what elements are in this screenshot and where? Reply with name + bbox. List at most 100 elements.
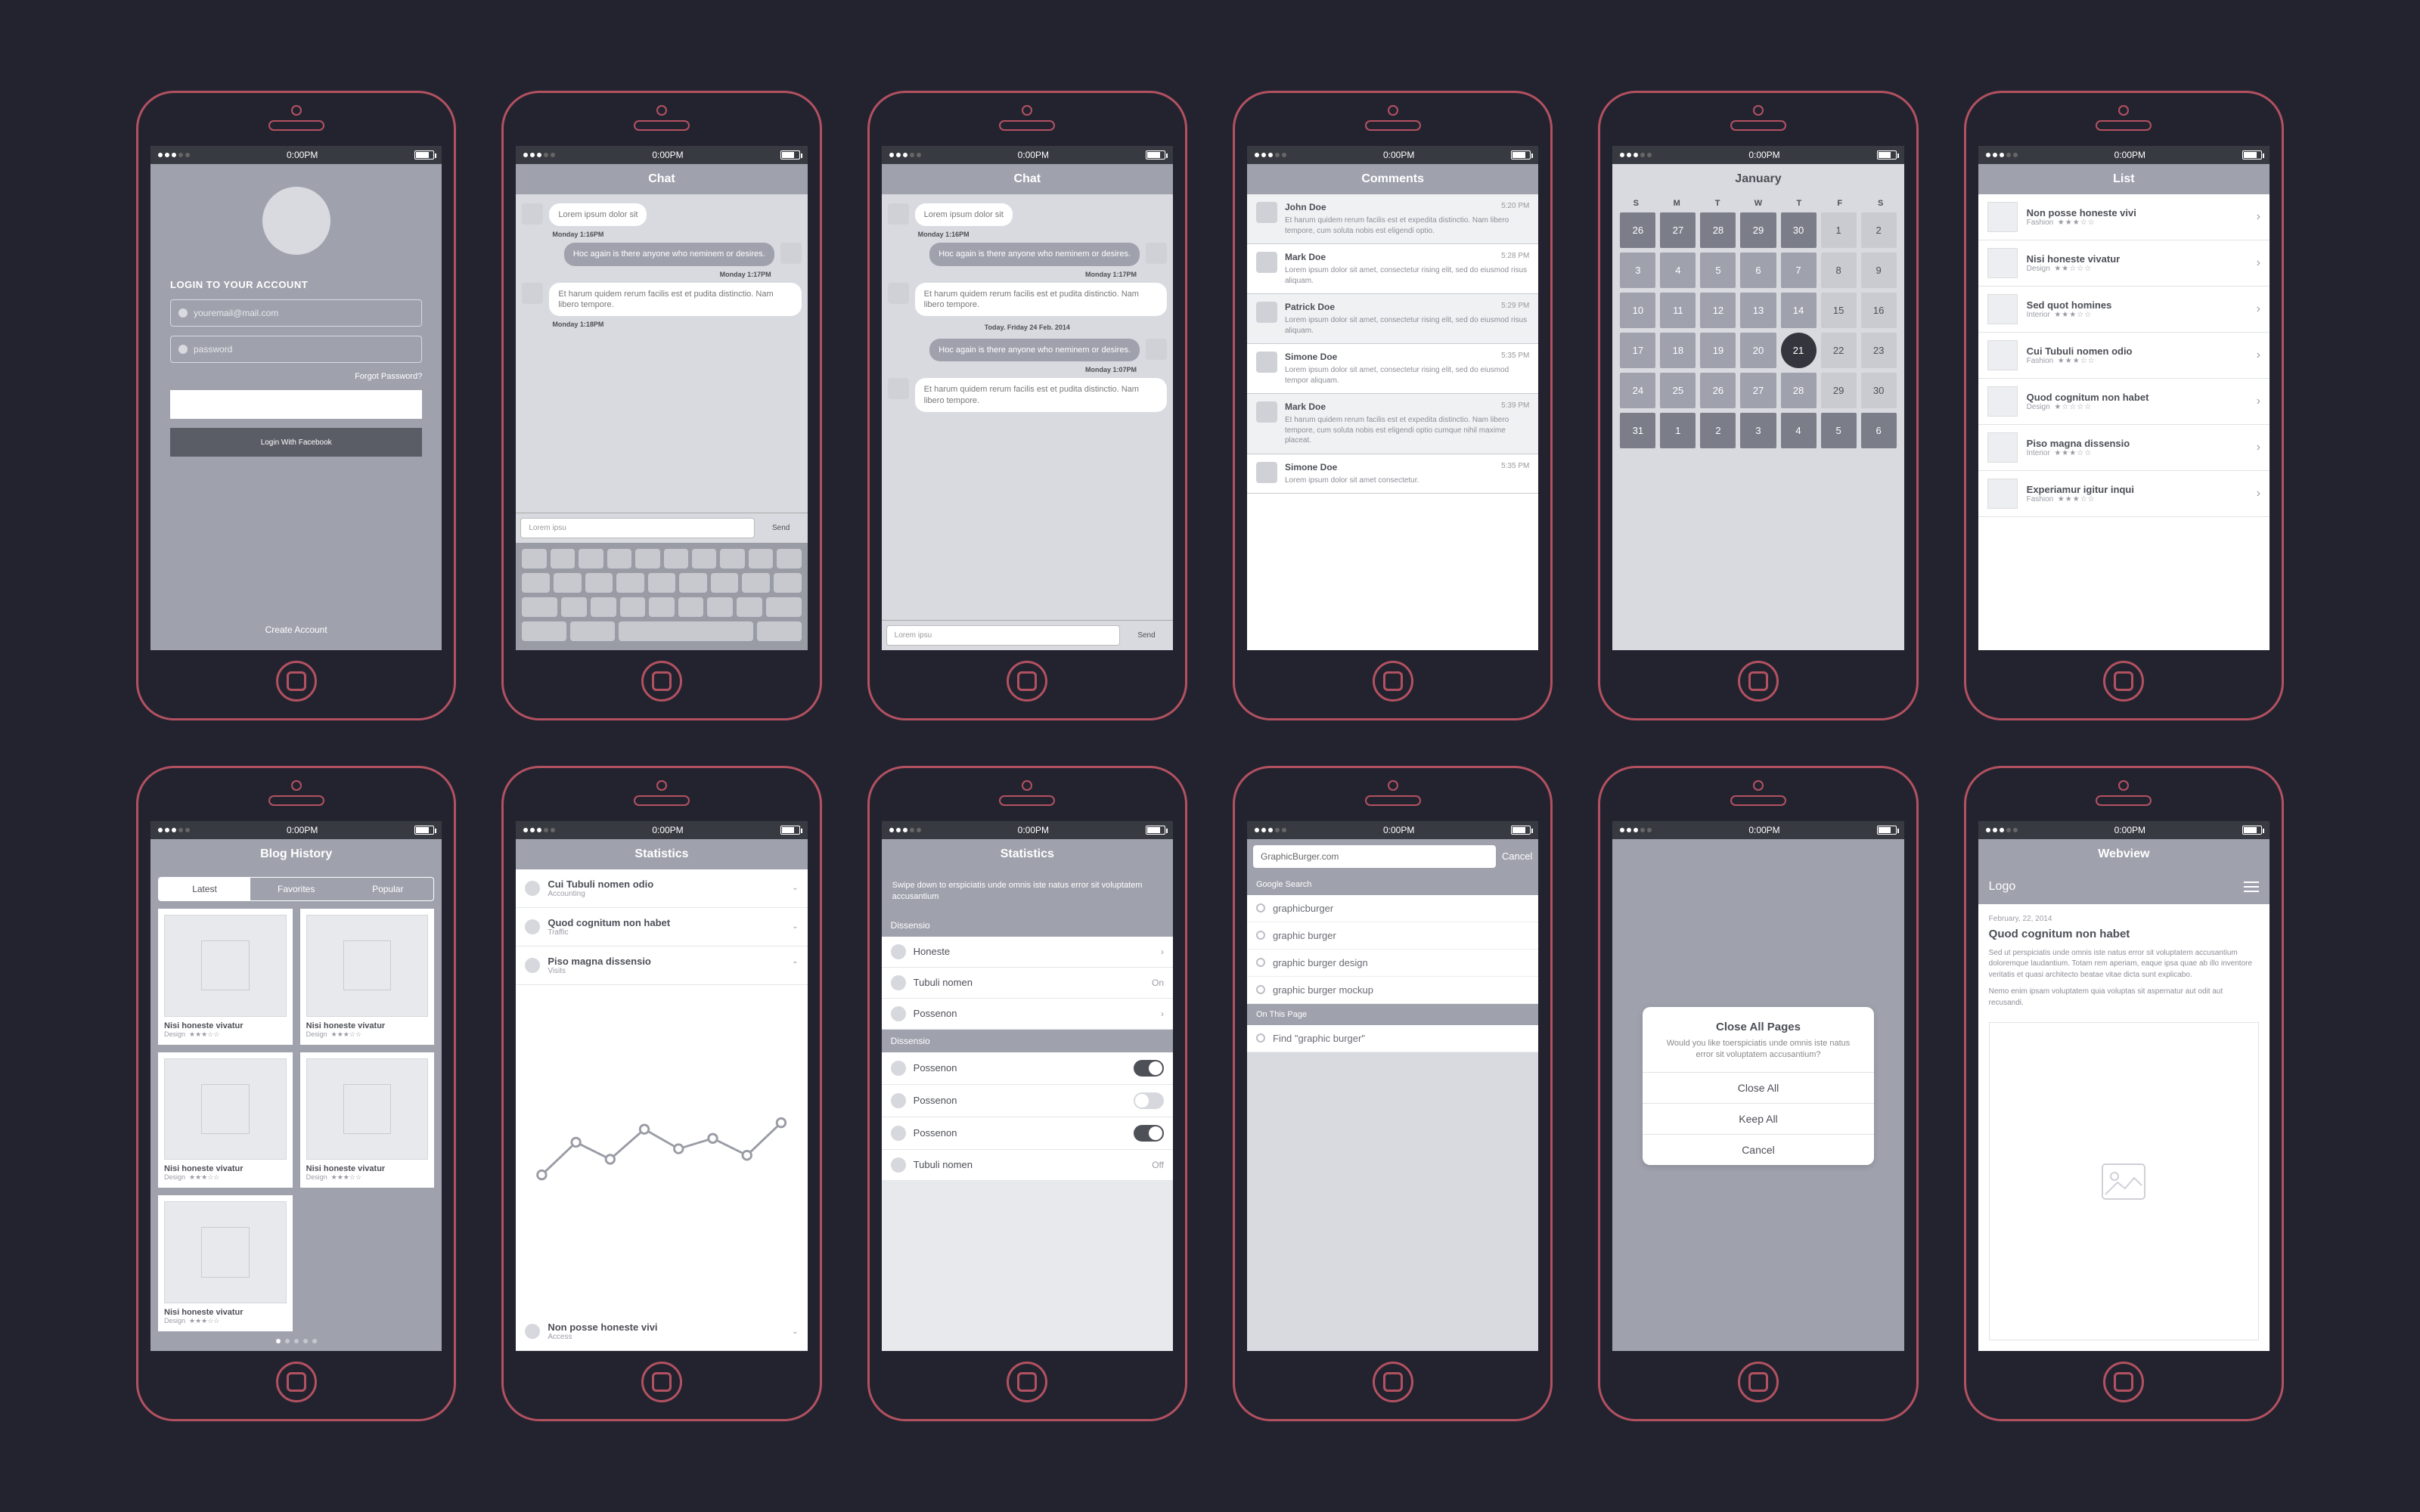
calendar-day[interactable]: 13	[1740, 293, 1776, 328]
comment-item[interactable]: Mark Doe5:39 PMEt harum quidem rerum fac…	[1247, 394, 1538, 454]
setting-row[interactable]: Possenon	[882, 1117, 1173, 1150]
toggle[interactable]	[1134, 1060, 1164, 1077]
toggle[interactable]	[1134, 1092, 1164, 1109]
comment-item[interactable]: Mark Doe5:28 PMLorem ipsum dolor sit ame…	[1247, 244, 1538, 294]
setting-row[interactable]: Possenon	[882, 1085, 1173, 1117]
search-input[interactable]: GraphicBurger.com	[1253, 845, 1496, 868]
calendar-day[interactable]: 8	[1821, 253, 1857, 288]
list-item[interactable]: Non posse honeste viviFashion ★★★☆☆ ›	[1978, 194, 2270, 240]
calendar-day[interactable]: 20	[1740, 333, 1776, 368]
home-button[interactable]	[1373, 661, 1413, 702]
search-suggestion[interactable]: graphic burger	[1247, 922, 1538, 950]
calendar-day[interactable]: 28	[1781, 373, 1817, 408]
calendar-day[interactable]: 5	[1700, 253, 1736, 288]
search-suggestion[interactable]: graphicburger	[1247, 895, 1538, 922]
tab-popular[interactable]: Popular	[342, 878, 433, 900]
keyboard[interactable]	[516, 543, 807, 650]
list-item[interactable]: Nisi honeste vivaturDesign ★★☆☆☆ ›	[1978, 240, 2270, 287]
home-button[interactable]	[2103, 1362, 2144, 1402]
send-button[interactable]: Send	[755, 513, 808, 543]
calendar-day[interactable]: 9	[1861, 253, 1897, 288]
blog-tile[interactable]: Nisi honeste vivaturDesign ★★★☆☆	[158, 1195, 293, 1331]
accordion-item[interactable]: Cui Tubuli nomen odioAccounting⌄	[516, 869, 807, 908]
tab-favorites[interactable]: Favorites	[250, 878, 342, 900]
calendar-day[interactable]: 24	[1620, 373, 1655, 408]
calendar-day[interactable]: 31	[1620, 413, 1655, 448]
list-item[interactable]: Experiamur igitur inquiFashion ★★★☆☆ ›	[1978, 471, 2270, 517]
calendar-day[interactable]: 3	[1740, 413, 1776, 448]
calendar-day[interactable]: 28	[1700, 212, 1736, 248]
calendar-day[interactable]: 18	[1660, 333, 1696, 368]
calendar-day[interactable]: 16	[1861, 293, 1897, 328]
accordion-item[interactable]: Quod cognitum non habetTraffic⌄	[516, 908, 807, 947]
calendar-day[interactable]: 22	[1821, 333, 1857, 368]
comment-item[interactable]: John Doe5:20 PMEt harum quidem rerum fac…	[1247, 194, 1538, 244]
create-account-link[interactable]: Create Account	[170, 624, 422, 635]
calendar-day[interactable]: 14	[1781, 293, 1817, 328]
calendar-day[interactable]: 3	[1620, 253, 1655, 288]
send-button[interactable]: Send	[1120, 621, 1173, 650]
calendar-day[interactable]: 15	[1821, 293, 1857, 328]
setting-row[interactable]: Possenon›	[882, 999, 1173, 1030]
home-button[interactable]	[641, 1362, 682, 1402]
tab-latest[interactable]: Latest	[159, 878, 250, 900]
home-button[interactable]	[1007, 1362, 1047, 1402]
calendar-day[interactable]: 29	[1740, 212, 1776, 248]
calendar-day[interactable]: 27	[1660, 212, 1696, 248]
calendar-day[interactable]: 4	[1781, 413, 1817, 448]
toggle[interactable]	[1134, 1125, 1164, 1142]
login-button[interactable]: LOGIN	[170, 390, 422, 419]
alert-option[interactable]: Cancel	[1643, 1134, 1873, 1165]
calendar-day[interactable]: 6	[1740, 253, 1776, 288]
list-item[interactable]: Cui Tubuli nomen odioFashion ★★★☆☆ ›	[1978, 333, 2270, 379]
calendar-day[interactable]: 25	[1660, 373, 1696, 408]
email-field[interactable]: youremail@mail.com	[170, 299, 422, 327]
calendar-day[interactable]: 26	[1620, 212, 1655, 248]
calendar-day[interactable]: 2	[1700, 413, 1736, 448]
blog-tile[interactable]: Nisi honeste vivaturDesign ★★★☆☆	[158, 909, 293, 1045]
blog-tile[interactable]: Nisi honeste vivaturDesign ★★★☆☆	[300, 1052, 435, 1188]
menu-icon[interactable]	[2244, 886, 2259, 888]
comment-item[interactable]: Simone Doe5:35 PMLorem ipsum dolor sit a…	[1247, 344, 1538, 394]
calendar-day[interactable]: 1	[1821, 212, 1857, 248]
calendar-day[interactable]: 6	[1861, 413, 1897, 448]
calendar-day[interactable]: 12	[1700, 293, 1736, 328]
home-button[interactable]	[1738, 661, 1779, 702]
calendar-day[interactable]: 23	[1861, 333, 1897, 368]
calendar-day[interactable]: 21	[1781, 333, 1817, 368]
setting-row[interactable]: Possenon	[882, 1052, 1173, 1085]
search-suggestion[interactable]: graphic burger mockup	[1247, 977, 1538, 1004]
calendar-day[interactable]: 19	[1700, 333, 1736, 368]
calendar-day[interactable]: 17	[1620, 333, 1655, 368]
list-item[interactable]: Piso magna dissensioInterior ★★★☆☆ ›	[1978, 425, 2270, 471]
calendar-day[interactable]: 5	[1821, 413, 1857, 448]
calendar-day[interactable]: 30	[1861, 373, 1897, 408]
home-button[interactable]	[276, 1362, 317, 1402]
calendar-day[interactable]: 1	[1660, 413, 1696, 448]
find-on-page[interactable]: Find "graphic burger"	[1247, 1025, 1538, 1052]
message-input[interactable]: Lorem ipsu	[886, 625, 1120, 646]
calendar-day[interactable]: 26	[1700, 373, 1736, 408]
setting-row[interactable]: Honeste›	[882, 937, 1173, 968]
home-button[interactable]	[1738, 1362, 1779, 1402]
message-input[interactable]: Lorem ipsu	[520, 518, 754, 538]
calendar-day[interactable]: 27	[1740, 373, 1776, 408]
calendar-day[interactable]: 2	[1861, 212, 1897, 248]
blog-tile[interactable]: Nisi honeste vivaturDesign ★★★☆☆	[158, 1052, 293, 1188]
home-button[interactable]	[641, 661, 682, 702]
list-item[interactable]: Quod cognitum non habetDesign ★☆☆☆☆ ›	[1978, 379, 2270, 425]
facebook-login-button[interactable]: Login With Facebook	[170, 428, 422, 457]
home-button[interactable]	[1007, 661, 1047, 702]
cancel-button[interactable]: Cancel	[1502, 850, 1532, 862]
setting-row[interactable]: Tubuli nomenOn	[882, 968, 1173, 999]
home-button[interactable]	[2103, 661, 2144, 702]
forgot-password-link[interactable]: Forgot Password?	[170, 372, 422, 381]
list-item[interactable]: Sed quot hominesInterior ★★★☆☆ ›	[1978, 287, 2270, 333]
accordion-item[interactable]: Non posse honeste viviAccess⌄	[516, 1312, 807, 1351]
alert-option[interactable]: Keep All	[1643, 1103, 1873, 1134]
home-button[interactable]	[1373, 1362, 1413, 1402]
calendar-day[interactable]: 30	[1781, 212, 1817, 248]
home-button[interactable]	[276, 661, 317, 702]
setting-row[interactable]: Tubuli nomenOff	[882, 1150, 1173, 1181]
blog-tile[interactable]: Nisi honeste vivaturDesign ★★★☆☆	[300, 909, 435, 1045]
